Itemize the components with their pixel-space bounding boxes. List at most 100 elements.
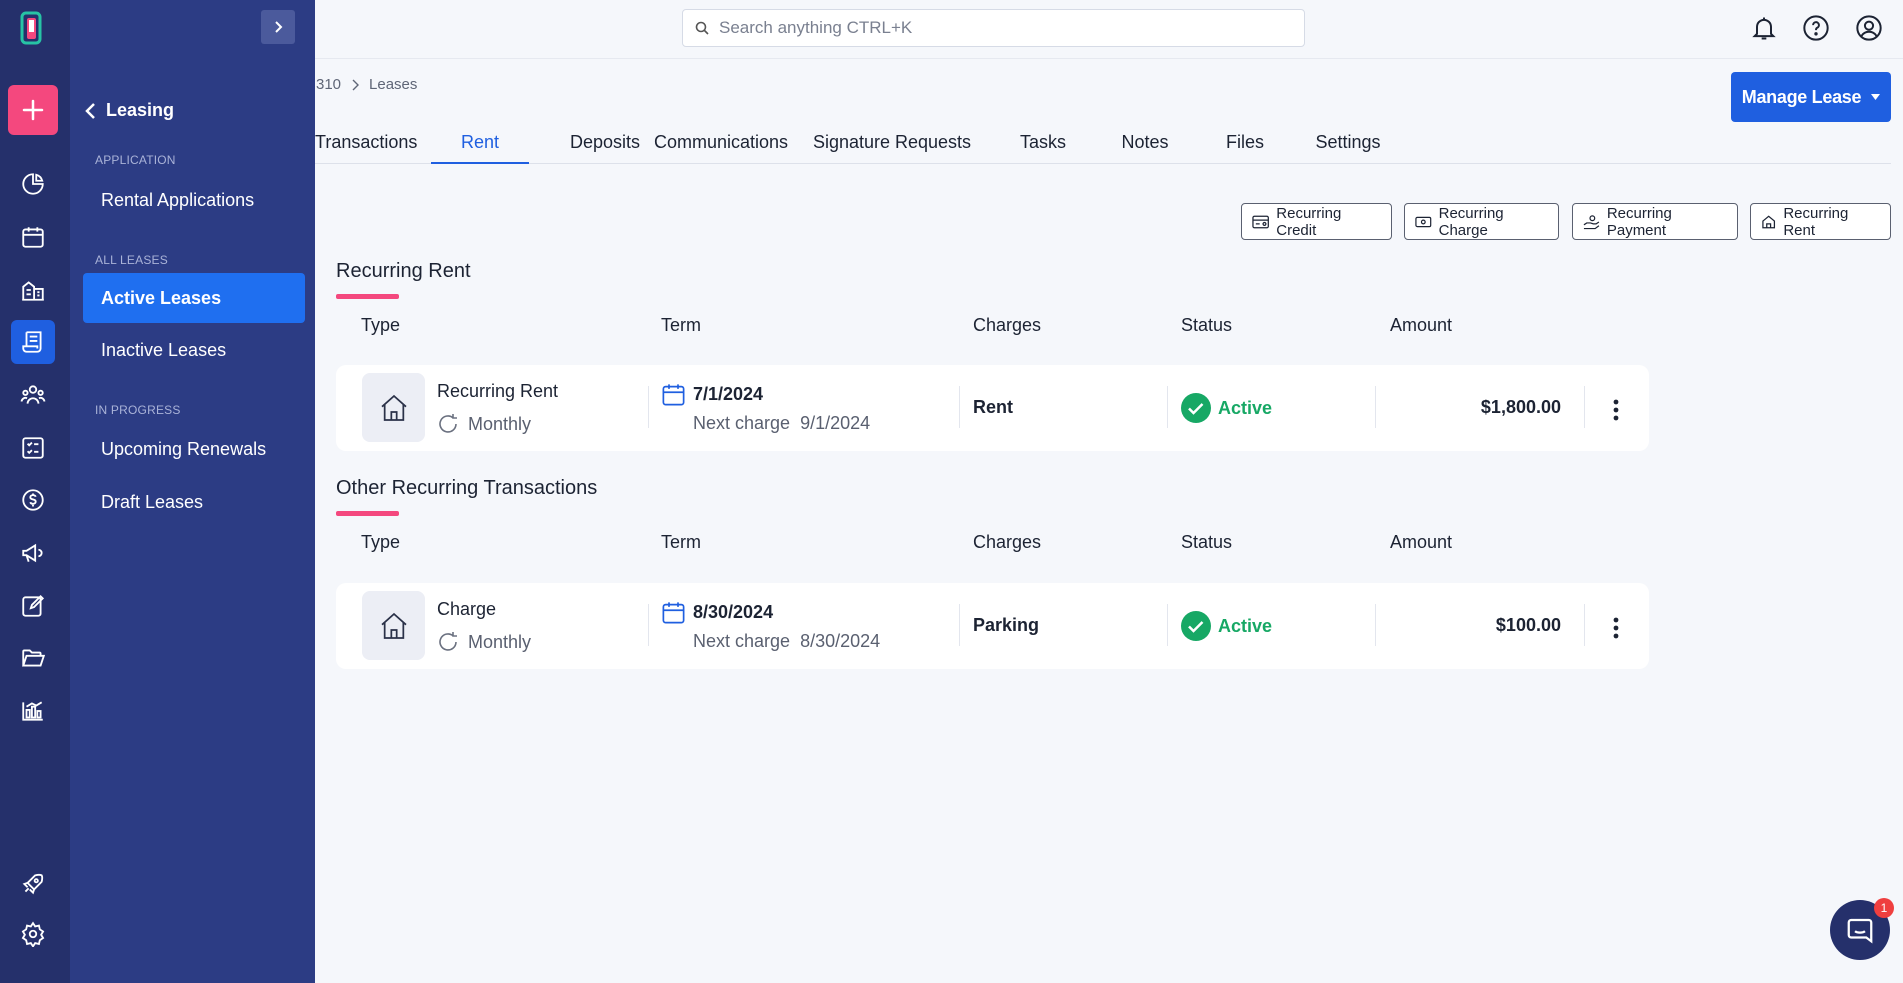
header-divider	[315, 58, 1903, 59]
column-divider	[1375, 386, 1376, 428]
manage-lease-button[interactable]: Manage Lease	[1731, 72, 1891, 122]
sidebar-item-inactive-leases[interactable]: Inactive Leases	[83, 325, 305, 375]
col-status: Status	[1181, 532, 1233, 552]
recurring-credit-button[interactable]: Recurring Credit	[1241, 203, 1392, 240]
quick-add-button[interactable]	[8, 85, 58, 135]
tab-transactions[interactable]: Transactions	[315, 120, 417, 164]
recurring-charge-button[interactable]: Recurring Charge	[1404, 203, 1559, 240]
chat-unread-badge: 1	[1874, 898, 1894, 918]
row-amount: $1,800.00	[1480, 397, 1561, 417]
row-more-menu-icon[interactable]	[1604, 613, 1628, 643]
column-divider	[959, 604, 960, 646]
column-divider	[648, 604, 649, 646]
row-more-menu-icon[interactable]	[1604, 395, 1628, 425]
tab-settings[interactable]: Settings	[1288, 120, 1408, 164]
table-row[interactable]: Recurring Rent Monthly 7/1/2024 Next cha…	[336, 365, 1649, 451]
files-icon[interactable]	[11, 636, 55, 680]
lease-tabs: Transactions Rent Deposits Communication…	[315, 120, 1891, 164]
row-date-value: 8/30/2024	[693, 602, 774, 622]
col-term: Term	[661, 532, 701, 552]
breadcrumb-parent[interactable]: 310	[316, 76, 341, 93]
sidebar-item-rental-applications[interactable]: Rental Applications	[83, 175, 305, 225]
reports-icon[interactable]	[11, 689, 55, 733]
settings-gear-icon[interactable]	[11, 912, 55, 956]
tab-communications[interactable]: Communications	[645, 120, 797, 164]
next-charge-label: Next charge	[693, 631, 791, 651]
search-box[interactable]	[682, 9, 1305, 47]
search-input[interactable]	[719, 18, 1279, 38]
col-type: Type	[361, 532, 401, 552]
dashboard-icon[interactable]	[11, 162, 55, 206]
people-icon[interactable]	[11, 373, 55, 417]
row-next-charge: Next charge 8/30/2024	[693, 631, 880, 652]
app-logo[interactable]	[18, 10, 46, 46]
row-date: 7/1/2024	[660, 381, 763, 408]
marketing-icon[interactable]	[11, 531, 55, 575]
column-divider	[1375, 604, 1376, 646]
row-date: 8/30/2024	[660, 599, 773, 626]
calendar-icon	[662, 602, 685, 624]
home-icon	[1762, 214, 1776, 228]
row-status: Active	[1181, 393, 1272, 423]
column-divider	[1584, 604, 1585, 646]
chevron-left-icon	[85, 102, 95, 119]
home-icon	[380, 612, 407, 639]
row-type-icon-box	[362, 373, 425, 442]
row-frequency-label: Monthly	[468, 631, 532, 652]
icon-rail	[0, 0, 70, 983]
other-recurring-title: Other Recurring Transactions	[336, 477, 598, 499]
row-next-charge: Next charge 9/1/2024	[693, 413, 870, 434]
breadcrumb: 310 Leases	[316, 76, 417, 93]
credit-card-icon	[1252, 215, 1269, 228]
row-frequency: Monthly	[437, 412, 531, 436]
chat-icon	[1847, 918, 1873, 944]
accounting-icon[interactable]	[11, 478, 55, 522]
column-divider	[1167, 386, 1168, 428]
section-label-application: APPLICATION	[95, 153, 176, 167]
other-recurring-underline	[336, 511, 399, 516]
chevron-right-icon	[352, 79, 360, 90]
recurring-payment-button[interactable]: Recurring Payment	[1572, 203, 1738, 240]
col-charges: Charges	[973, 532, 1042, 552]
row-date-value: 7/1/2024	[693, 384, 764, 404]
row-charge: Parking	[973, 615, 1040, 635]
manage-lease-label: Manage Lease	[1741, 86, 1862, 107]
breadcrumb-current: Leases	[369, 76, 418, 93]
leasing-icon[interactable]	[11, 320, 55, 364]
caret-down-icon	[1871, 94, 1881, 100]
tasks-icon[interactable]	[11, 426, 55, 470]
calendar-icon[interactable]	[11, 215, 55, 259]
next-charge-date: 9/1/2024	[800, 413, 871, 433]
next-charge-date: 8/30/2024	[800, 631, 881, 651]
row-frequency: Monthly	[437, 630, 531, 654]
tab-signature-requests[interactable]: Signature Requests	[805, 120, 979, 164]
chat-launcher-button[interactable]: 1	[1830, 898, 1894, 960]
recurring-rent-title: Recurring Rent	[336, 260, 471, 282]
recurring-rent-button[interactable]: Recurring Rent	[1750, 203, 1891, 240]
notes-edit-icon[interactable]	[11, 584, 55, 628]
notifications-bell-icon[interactable]	[1750, 14, 1778, 42]
tab-files[interactable]: Files	[1185, 120, 1305, 164]
rocket-icon[interactable]	[11, 862, 55, 906]
check-circle-icon	[1181, 393, 1211, 423]
leasing-sidebar: Leasing APPLICATION Rental Applications …	[70, 0, 315, 983]
row-type: Charge	[437, 599, 497, 619]
user-account-icon[interactable]	[1855, 14, 1883, 42]
cash-icon	[1415, 216, 1432, 227]
expand-sidebar-button[interactable]	[261, 10, 295, 44]
table-row[interactable]: Charge Monthly 8/30/2024 Next charge 8/3…	[336, 583, 1649, 669]
recurring-charge-label: Recurring Charge	[1438, 204, 1504, 239]
tab-rent[interactable]: Rent	[431, 120, 529, 164]
col-amount: Amount	[1390, 315, 1453, 335]
sidebar-item-upcoming-renewals[interactable]: Upcoming Renewals	[83, 424, 305, 474]
properties-icon[interactable]	[11, 268, 55, 312]
col-term: Term	[661, 315, 701, 335]
row-type: Recurring Rent	[437, 381, 559, 401]
back-to-leasing[interactable]: Leasing	[84, 100, 174, 121]
help-icon[interactable]	[1802, 14, 1830, 42]
sidebar-item-draft-leases[interactable]: Draft Leases	[83, 477, 305, 527]
section-label-all-leases: ALL LEASES	[95, 253, 168, 267]
recurring-payment-label: Recurring Payment	[1606, 204, 1672, 239]
back-label: Leasing	[106, 100, 175, 120]
sidebar-item-active-leases[interactable]: Active Leases	[83, 273, 305, 323]
